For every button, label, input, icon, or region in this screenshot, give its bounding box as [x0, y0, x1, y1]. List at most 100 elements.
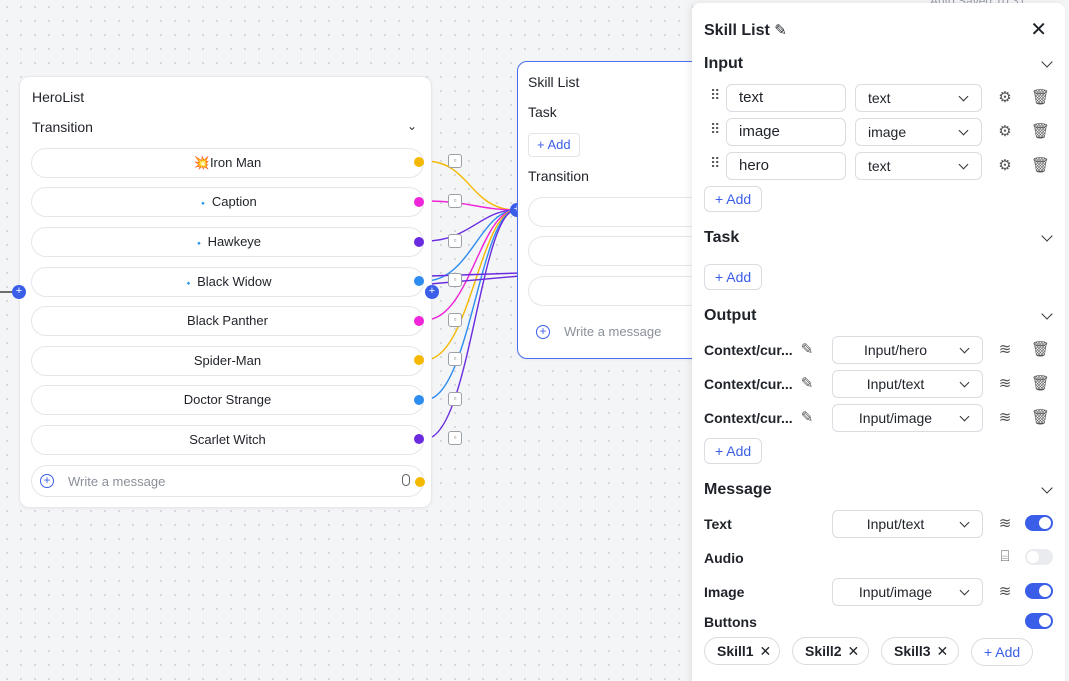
edge-icon[interactable]: ▫	[448, 352, 462, 366]
edit-icon[interactable]: ✎	[799, 340, 815, 358]
chevron-down-icon[interactable]	[1041, 56, 1053, 68]
add-task-button[interactable]: + Add	[704, 264, 763, 290]
add-task-button[interactable]: + Add	[528, 133, 580, 157]
gear-icon[interactable]: ⚙	[997, 156, 1013, 174]
input-type-select[interactable]: text	[855, 152, 982, 180]
hero-item-doctor-strange[interactable]: Doctor Strange	[31, 385, 424, 415]
output-source-select[interactable]: Input/hero	[832, 336, 983, 364]
layers-icon[interactable]: ≋	[997, 514, 1013, 532]
input-name-field[interactable]: hero	[726, 152, 846, 180]
plus-icon: +	[537, 137, 548, 152]
chevron-down-icon[interactable]	[1041, 482, 1053, 494]
output-source-select[interactable]: Input/text	[832, 370, 983, 398]
text-toggle[interactable]	[1025, 515, 1053, 531]
add-skill-button[interactable]: + Add	[971, 638, 1034, 666]
chevron-down-icon[interactable]	[1041, 308, 1053, 320]
button-label: Add	[726, 443, 752, 459]
output-port-dot[interactable]	[414, 434, 424, 444]
image-source-select[interactable]: Input/image	[832, 578, 983, 606]
layers-icon[interactable]: ≋	[997, 408, 1013, 426]
input-name-field[interactable]: text	[726, 84, 846, 112]
plus-circle-icon[interactable]: +	[536, 325, 550, 339]
buttons-toggle[interactable]	[1025, 613, 1053, 629]
drag-handle-icon[interactable]: ⠿	[710, 88, 720, 102]
plus-icon: +	[715, 191, 727, 207]
edit-icon[interactable]: ✎	[799, 374, 815, 392]
edge-icon[interactable]: ▫	[448, 392, 462, 406]
close-icon[interactable]: ✕	[756, 643, 771, 659]
close-icon[interactable]: ✕	[1030, 17, 1047, 42]
hero-name: Caption	[211, 194, 257, 209]
layers-icon[interactable]: ≋	[997, 374, 1013, 392]
add-input-button[interactable]: + Add	[704, 186, 763, 212]
audio-toggle[interactable]	[1025, 549, 1053, 565]
chevron-down-icon[interactable]: ⌄	[407, 119, 417, 133]
message-input[interactable]: + Write a message	[31, 465, 425, 497]
transition-row[interactable]	[528, 197, 718, 227]
gear-icon[interactable]: ⚙	[997, 88, 1013, 106]
transition-row[interactable]	[528, 276, 718, 306]
edit-icon[interactable]: ✎	[799, 408, 815, 426]
output-port-dot[interactable]	[414, 157, 424, 167]
drag-handle-icon[interactable]: ⠿	[710, 156, 720, 170]
output-port-dot[interactable]	[414, 237, 424, 247]
edge-icon[interactable]: ▫	[448, 313, 462, 327]
archive-icon[interactable]: ⌸	[997, 548, 1013, 565]
add-output-button[interactable]: + Add	[704, 438, 763, 464]
edge-icon[interactable]: ▫	[448, 234, 462, 248]
hero-item-caption[interactable]: 🔹 Caption	[31, 187, 424, 217]
output-port-dot[interactable]	[414, 355, 424, 365]
close-icon[interactable]: ✕	[933, 643, 948, 659]
edge-icon[interactable]: ▫	[448, 431, 462, 445]
output-port-dot[interactable]	[415, 477, 425, 487]
diamond-icon: 🔹	[183, 279, 194, 288]
output-source-select[interactable]: Input/image	[832, 404, 983, 432]
hero-item-hawkeye[interactable]: 🔹 Hawkeye	[31, 227, 424, 257]
input-type-select[interactable]: text	[855, 84, 982, 112]
skill-tag[interactable]: Skill2 ✕	[792, 637, 869, 665]
diamond-icon: 🔹	[198, 199, 209, 208]
trash-icon[interactable]: 🗑	[1031, 88, 1050, 106]
layers-icon[interactable]: ≋	[997, 340, 1013, 358]
hero-item-spider-man[interactable]: Spider-Man	[31, 346, 424, 376]
edit-icon[interactable]: ✎	[774, 22, 787, 39]
input-port-icon[interactable]: +	[12, 285, 26, 299]
edge-icon[interactable]: ▫	[448, 154, 462, 168]
input-type-select[interactable]: image	[855, 118, 982, 146]
close-icon[interactable]: ✕	[844, 643, 859, 659]
skill-tag[interactable]: Skill1 ✕	[704, 637, 780, 665]
drag-handle-icon[interactable]: ⠿	[710, 122, 720, 136]
hero-item-iron-man[interactable]: 💥Iron Man	[31, 148, 424, 178]
output-port-dot[interactable]	[414, 395, 424, 405]
transition-row[interactable]	[528, 236, 718, 266]
trash-icon[interactable]: 🗑	[1031, 122, 1050, 140]
input-name-field[interactable]: image	[726, 118, 846, 146]
hero-item-black-widow[interactable]: 🔹 Black Widow	[31, 267, 424, 297]
chevron-down-icon[interactable]	[1041, 230, 1053, 242]
plus-circle-icon[interactable]: +	[40, 474, 54, 488]
output-name: Context/cur...	[704, 410, 793, 426]
gear-icon[interactable]: ⚙	[997, 122, 1013, 140]
output-port-dot[interactable]	[414, 276, 424, 286]
microphone-icon[interactable]	[402, 474, 410, 486]
trash-icon[interactable]: 🗑	[1031, 156, 1050, 174]
skill-tag[interactable]: Skill3 ✕	[881, 637, 959, 665]
output-port-dot[interactable]	[414, 316, 424, 326]
edge-icon[interactable]: ▫	[448, 273, 462, 287]
output-port-dot[interactable]	[414, 197, 424, 207]
button-label: Add	[547, 137, 571, 152]
add-port-icon[interactable]: +	[425, 285, 439, 299]
image-toggle[interactable]	[1025, 583, 1053, 599]
trash-icon[interactable]: 🗑	[1031, 374, 1050, 392]
hero-item-scarlet-witch[interactable]: Scarlet Witch	[31, 425, 424, 455]
hero-item-black-panther[interactable]: Black Panther	[31, 306, 424, 336]
message-section-header: Message	[704, 481, 772, 498]
trash-icon[interactable]: 🗑	[1031, 408, 1050, 426]
text-source-select[interactable]: Input/text	[832, 510, 983, 538]
hero-name: Hawkeye	[207, 234, 262, 249]
trash-icon[interactable]: 🗑	[1031, 340, 1050, 358]
layers-icon[interactable]: ≋	[997, 582, 1013, 600]
edge-icon[interactable]: ▫	[448, 194, 462, 208]
skill-list-node[interactable]: Skill List Task + Add Transition + Write…	[517, 61, 718, 359]
hero-list-node[interactable]: HeroList Transition ⌄ 💥Iron Man 🔹 Captio…	[12, 76, 439, 508]
